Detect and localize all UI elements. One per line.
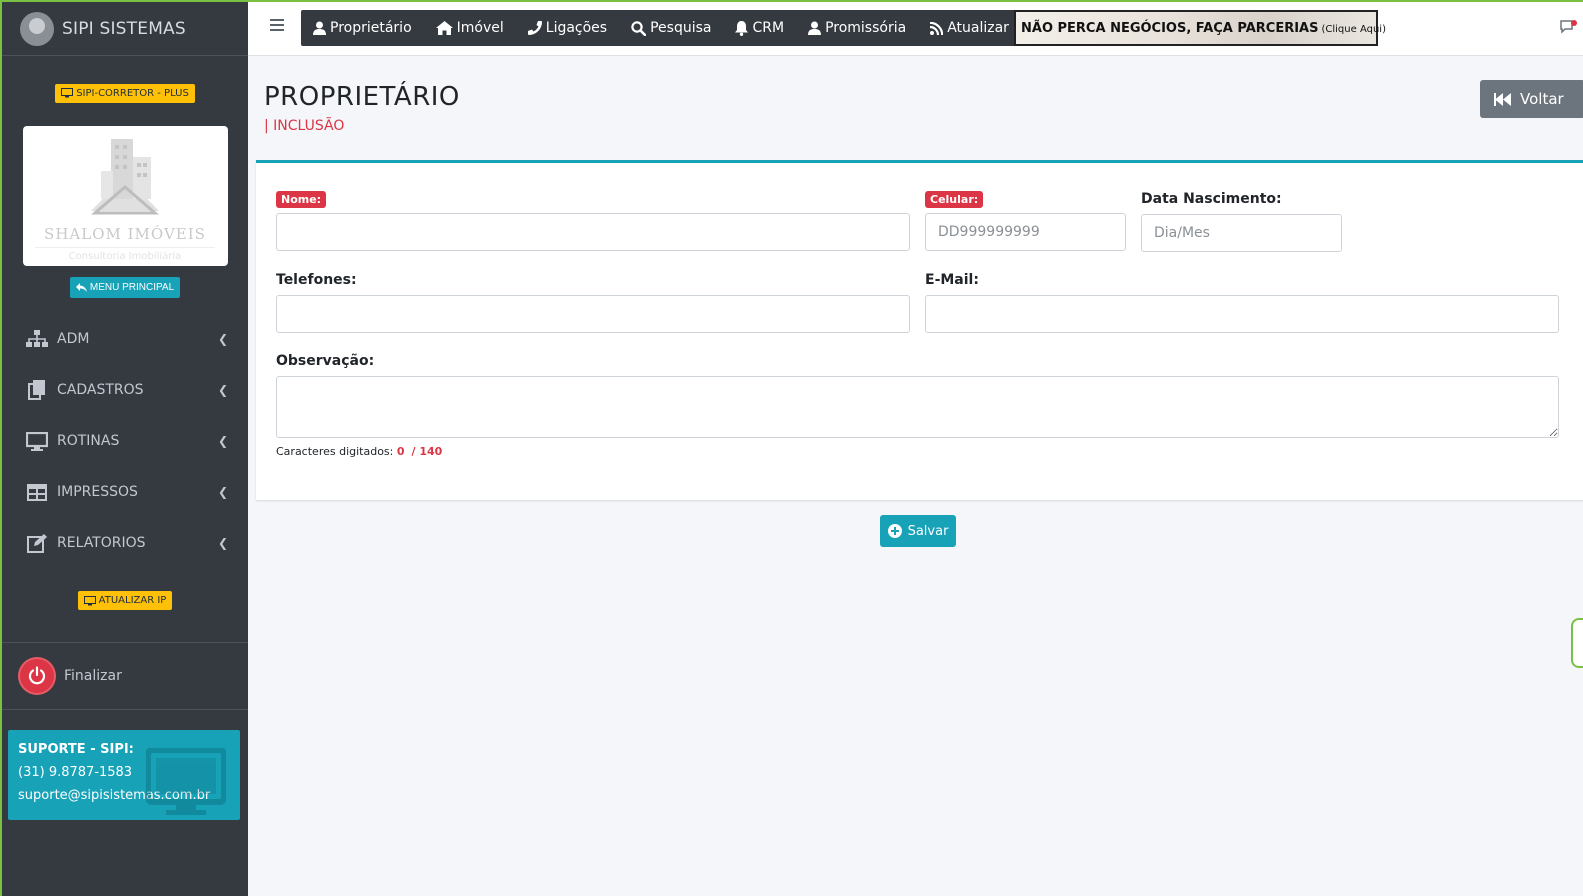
chevron-left-icon: ❮ [217,332,228,346]
sidebar-nav: ADM ❮ CADASTROS ❮ ROTINAS ❮ IMPRESSOS ❮ [2,314,248,569]
nav-proprietario[interactable]: Proprietário [313,20,412,36]
top-navbar: Proprietário Imóvel Ligações Pesquisa CR… [248,2,1583,56]
nav-promissoria[interactable]: Promissória [808,20,906,36]
brand-link[interactable]: SIPI SISTEMAS [2,2,248,56]
plus-circle-icon [887,524,902,538]
desktop-icon [26,431,48,451]
nav-pesquisa[interactable]: Pesquisa [631,20,711,36]
brand-name: SIPI SISTEMAS [62,18,186,39]
nav-crm[interactable]: CRM [735,20,784,36]
nav-imovel[interactable]: Imóvel [435,20,504,36]
email-input[interactable] [925,295,1559,333]
plan-badge-label: SIPI-CORRETOR - PLUS [76,87,189,99]
voltar-label: Voltar [1520,90,1564,108]
observacao-label: Observação: [276,353,375,369]
telefones-label: Telefones: [276,272,357,288]
search-icon [631,20,647,36]
salvar-button[interactable]: Salvar [880,515,956,547]
finalizar-button[interactable]: Finalizar [2,643,248,693]
page-title: PROPRIETÁRIO [264,82,460,112]
sidebar-item-label: ADM [57,331,90,347]
sidebar-item-impressos[interactable]: IMPRESSOS ❮ [2,467,248,518]
nav-label: Imóvel [456,20,504,36]
chevron-left-icon: ❮ [217,434,228,448]
logo-title: SHALOM IMÓVEIS [44,224,206,243]
chevron-left-icon: ❮ [217,383,228,397]
company-logo: SHALOM IMÓVEIS Consultoria Imobiliária [22,125,228,266]
nav-label: Proprietário [330,20,412,36]
nav-label: Promissória [825,20,907,36]
copy-icon [26,380,48,400]
desktop-icon [83,595,96,605]
backward-icon [1494,92,1511,106]
sidebar-item-label: RELATORIOS [57,535,146,551]
page-subtitle: | INCLUSÃO [264,118,345,134]
email-label: E-Mail: [925,272,979,288]
nav-atualizar[interactable]: Atualizar [930,20,1009,36]
sidebar-item-adm[interactable]: ADM ❮ [2,314,248,365]
sidebar-item-label: ROTINAS [57,433,120,449]
user-icon [313,21,326,35]
celular-label: Celular: [925,191,984,208]
voltar-button[interactable]: Voltar [1480,80,1583,118]
bell-icon [735,20,749,36]
celular-input[interactable] [925,213,1126,251]
nav-label: Ligações [545,20,608,36]
side-widget-tab[interactable] [1571,618,1583,668]
observacao-textarea[interactable] [276,376,1559,438]
sidebar-divider [2,709,248,710]
telefones-input[interactable] [276,295,910,333]
nome-label: Nome: [276,191,327,208]
counter-current: 0 [396,445,405,458]
nav-label: Pesquisa [650,20,712,36]
chat-icon[interactable] [1559,20,1577,40]
proprietario-form-card: Nome: Celular: Data Nascimento: Telefone… [256,160,1583,500]
edit-icon [26,533,48,553]
counter-max: / 140 [411,445,443,458]
parcerias-banner[interactable]: NÃO PERCA NEGÓCIOS, FAÇA PARCERIAS (Cliqu… [1014,10,1386,46]
desktop-icon [61,88,74,98]
reply-icon [75,282,87,292]
rss-icon [930,21,944,35]
logo-subtitle: Consultoria Imobiliária [35,246,215,262]
data-nascimento-label: Data Nascimento: [1141,191,1282,207]
finalizar-label: Finalizar [64,668,122,684]
power-icon [20,659,54,693]
menu-principal-button[interactable]: MENU PRINCIPAL [69,276,181,298]
sitemap-icon [26,329,48,349]
salvar-label: Salvar [907,523,949,539]
character-counter: Caracteres digitados: 0 / 140 [276,445,443,458]
home-icon [435,21,453,35]
menu-principal-label: MENU PRINCIPAL [89,281,175,293]
building-icon [90,138,160,214]
sidebar-item-cadastros[interactable]: CADASTROS ❮ [2,365,248,416]
nav-ligacoes[interactable]: Ligações [527,20,608,36]
sidebar-item-label: CADASTROS [57,382,144,398]
phone-icon [527,21,542,35]
sidebar-item-relatorios[interactable]: RELATORIOS ❮ [2,518,248,569]
chevron-left-icon: ❮ [217,485,228,499]
plan-badge: SIPI-CORRETOR - PLUS [55,83,195,103]
sidebar-item-rotinas[interactable]: ROTINAS ❮ [2,416,248,467]
sidebar-item-label: IMPRESSOS [57,484,138,500]
nav-label: Atualizar [947,20,1009,36]
support-box: SUPORTE - SIPI: (31) 9.8787-1583 suporte… [8,730,240,820]
nome-input[interactable] [276,213,910,251]
user-icon [808,21,822,35]
chevron-left-icon: ❮ [217,536,228,550]
table-icon [26,482,48,502]
main-navbar: Proprietário Imóvel Ligações Pesquisa CR… [301,10,1033,46]
monitor-icon [146,748,226,815]
promo-text: NÃO PERCA NEGÓCIOS, FAÇA PARCERIAS (Cliqu… [1021,20,1386,36]
hamburger-icon[interactable] [270,19,284,34]
sidebar: SIPI SISTEMAS SIPI-CORRETOR - PLUS SHALO… [2,2,248,896]
data-nascimento-input[interactable] [1141,214,1342,252]
atualizar-ip-label: ATUALIZAR IP [98,595,167,606]
nav-label: CRM [752,20,785,36]
brand-avatar [20,11,54,46]
atualizar-ip-button[interactable]: ATUALIZAR IP [77,591,173,610]
